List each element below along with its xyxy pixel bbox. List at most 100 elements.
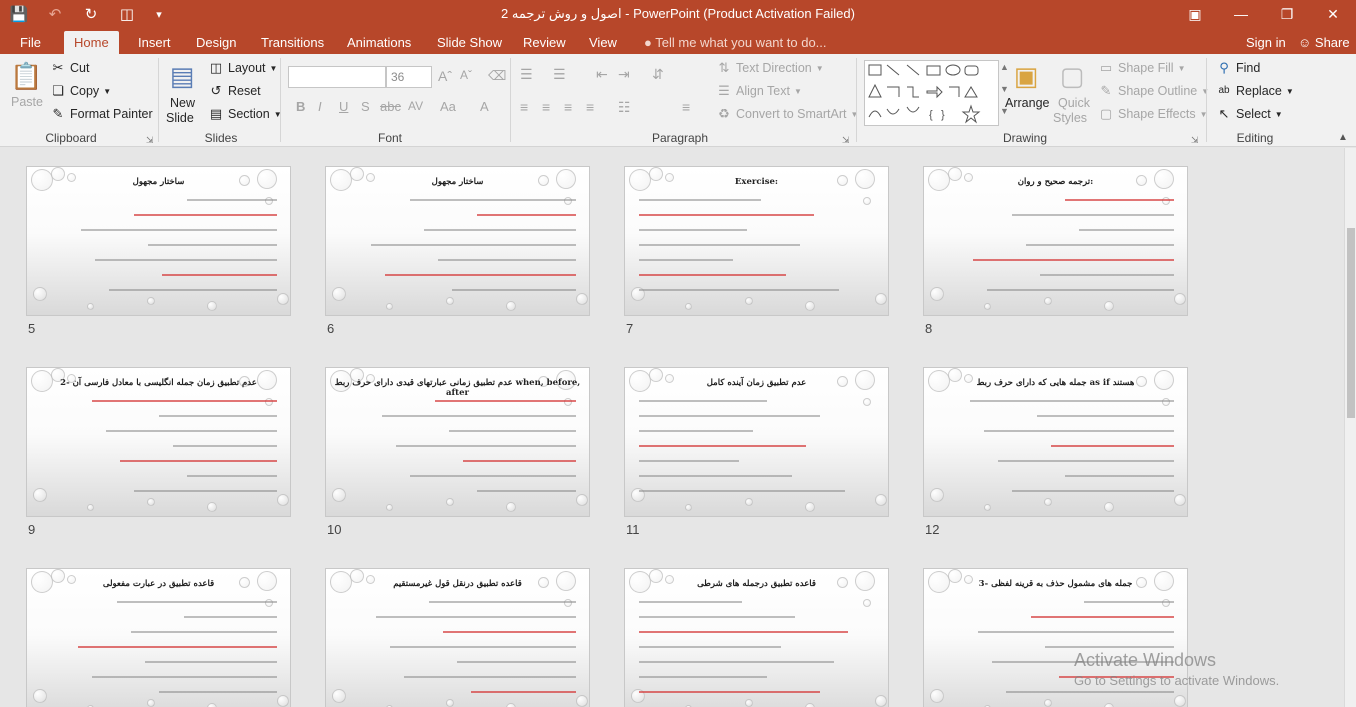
numbering-icon[interactable]: ☰ bbox=[553, 66, 566, 83]
quick-styles-dropdown[interactable]: Styles bbox=[1053, 111, 1087, 125]
slide-thumbnail[interactable]: 2- عدم تطبیق زمان جمله انگلیسی با معادل … bbox=[26, 367, 291, 517]
close-icon[interactable]: ✕ bbox=[1310, 0, 1356, 28]
character-spacing-icon[interactable]: AV bbox=[408, 99, 423, 113]
collapse-ribbon-icon[interactable]: ▲ bbox=[1338, 132, 1348, 143]
shadow-icon[interactable]: S bbox=[361, 99, 370, 114]
font-color-icon[interactable]: A bbox=[480, 99, 489, 114]
font-group-label: Font bbox=[377, 131, 402, 145]
section-button[interactable]: ▤ Section ▼ bbox=[208, 106, 282, 122]
gallery-scroll-up-icon[interactable]: ▲ bbox=[1000, 62, 1009, 72]
layout-button[interactable]: ◫ Layout ▼ bbox=[208, 60, 278, 76]
increase-font-icon[interactable]: Aˆ bbox=[438, 68, 452, 84]
format-painter-button[interactable]: ✎ Format Painter bbox=[50, 106, 153, 122]
watermark-line2: Go to Settings to activate Windows. bbox=[1074, 673, 1280, 688]
align-left-icon[interactable]: ≡ bbox=[520, 99, 528, 115]
align-center-icon[interactable]: ≡ bbox=[542, 99, 550, 115]
slide-text-line bbox=[429, 601, 576, 603]
change-case-icon[interactable]: Aa bbox=[440, 99, 456, 114]
line-spacing-icon[interactable]: ⇵ bbox=[652, 66, 664, 83]
slide-number: 6 bbox=[327, 321, 335, 336]
select-button[interactable]: ↖ Select ▼ bbox=[1216, 106, 1283, 122]
underline-icon[interactable]: U bbox=[339, 99, 348, 114]
font-name-combo[interactable] bbox=[288, 66, 386, 88]
tab-animations[interactable]: Animations bbox=[347, 31, 411, 54]
paragraph-launcher-icon[interactable]: ⇲ bbox=[842, 135, 850, 146]
clipboard-launcher-icon[interactable]: ⇲ bbox=[146, 135, 154, 146]
paste-icon[interactable]: 📋 bbox=[10, 60, 42, 92]
shape-outline-button[interactable]: ✎Shape Outline▼ bbox=[1098, 83, 1210, 99]
layout-icon: ◫ bbox=[209, 60, 223, 75]
scrollbar-thumb[interactable] bbox=[1347, 228, 1355, 418]
slide-thumbnail[interactable]: ساختار مجهول bbox=[325, 166, 590, 316]
bullets-icon[interactable]: ☰ bbox=[520, 66, 533, 83]
convert-smartart-button[interactable]: ♻ Convert to SmartArt ▼ bbox=[716, 106, 858, 122]
quick-styles-icon[interactable]: ▢ bbox=[1056, 60, 1088, 92]
increase-indent-icon[interactable]: ⇥ bbox=[618, 66, 630, 83]
bubble-decoration bbox=[875, 695, 887, 707]
drawing-launcher-icon[interactable]: ⇲ bbox=[1191, 135, 1199, 146]
tab-design[interactable]: Design bbox=[196, 31, 236, 54]
tell-me-box[interactable]: ● Tell me what you want to do... bbox=[644, 31, 827, 54]
tab-transitions[interactable]: Transitions bbox=[261, 31, 324, 54]
slide-text-line bbox=[438, 259, 576, 261]
slide-thumbnail[interactable]: عدم تطبیق زمانی عبارتهای قیدی دارای حرف … bbox=[325, 367, 590, 517]
paste-button[interactable]: Paste bbox=[11, 95, 43, 109]
tab-file[interactable]: File bbox=[20, 31, 41, 54]
slide-thumbnail[interactable]: Exercise: bbox=[624, 166, 889, 316]
rtl-direction-icon[interactable]: ≡ bbox=[682, 99, 690, 115]
ribbon-display-options-icon[interactable]: ▣ bbox=[1172, 0, 1218, 28]
strikethrough-icon[interactable]: abc bbox=[380, 99, 401, 114]
slide-thumbnail[interactable]: جمله هایی که دارای حرف ربط as if هستند bbox=[923, 367, 1188, 517]
bubble-decoration bbox=[805, 301, 815, 311]
quick-styles-button[interactable]: Quick bbox=[1058, 96, 1090, 110]
justify-icon[interactable]: ≡ bbox=[586, 99, 594, 115]
slide-thumbnail[interactable]: ترجمه صحیح و روان: bbox=[923, 166, 1188, 316]
new-slide-icon[interactable]: ▤ bbox=[166, 60, 198, 92]
arrange-icon[interactable]: ▣ bbox=[1010, 60, 1042, 92]
slide-thumbnail[interactable]: قاعده تطبیق در عبارت مفعولی bbox=[26, 568, 291, 707]
italic-icon[interactable]: I bbox=[318, 99, 322, 114]
copy-button[interactable]: ❏ Copy ▼ bbox=[50, 83, 111, 99]
cut-button[interactable]: ✂ Cut bbox=[50, 60, 90, 76]
text-direction-button[interactable]: ⇅ Text Direction ▼ bbox=[716, 60, 824, 76]
sign-in-link[interactable]: Sign in bbox=[1246, 31, 1286, 54]
columns-icon[interactable]: ☷ bbox=[618, 99, 631, 116]
bubble-decoration bbox=[745, 699, 753, 707]
decrease-indent-icon[interactable]: ⇤ bbox=[596, 66, 608, 83]
decrease-font-icon[interactable]: Aˇ bbox=[460, 68, 472, 82]
bold-icon[interactable]: B bbox=[296, 99, 305, 114]
slide-text-line bbox=[639, 616, 795, 618]
new-slide-button[interactable]: New bbox=[170, 96, 195, 110]
slide-title: قاعده تطبیق درنقل قول غیرمستقیم bbox=[393, 579, 522, 589]
slide-text-line bbox=[1065, 199, 1174, 201]
bubble-decoration bbox=[984, 504, 991, 511]
find-button[interactable]: ⚲ Find bbox=[1216, 60, 1260, 76]
vertical-scrollbar[interactable] bbox=[1344, 148, 1356, 707]
slide-thumbnail[interactable]: ساختار مجهول bbox=[26, 166, 291, 316]
restore-icon[interactable]: ❐ bbox=[1264, 0, 1310, 28]
tab-view[interactable]: View bbox=[589, 31, 617, 54]
tab-review[interactable]: Review bbox=[523, 31, 566, 54]
clear-formatting-icon[interactable]: ⌫ bbox=[488, 68, 506, 84]
share-button[interactable]: ☺ Share bbox=[1298, 31, 1350, 54]
new-slide-dropdown[interactable]: Slide bbox=[166, 111, 194, 125]
reset-button[interactable]: ↺ Reset bbox=[208, 83, 261, 99]
shapes-gallery[interactable]: {} bbox=[864, 60, 999, 126]
gallery-scroll-down-icon[interactable]: ▼ bbox=[1000, 84, 1009, 94]
arrange-button[interactable]: Arrange bbox=[1005, 96, 1049, 110]
slide-thumbnail[interactable]: قاعده تطبیق درجمله های شرطی bbox=[624, 568, 889, 707]
tab-insert[interactable]: Insert bbox=[138, 31, 171, 54]
slide-text-line bbox=[148, 244, 277, 246]
replace-button[interactable]: ab Replace ▼ bbox=[1216, 83, 1293, 99]
align-right-icon[interactable]: ≡ bbox=[564, 99, 572, 115]
tab-home[interactable]: Home bbox=[64, 31, 119, 54]
slide-thumbnail[interactable]: عدم تطبیق زمان آینده کامل bbox=[624, 367, 889, 517]
align-text-button[interactable]: ☰ Align Text ▼ bbox=[716, 83, 802, 99]
font-size-combo[interactable]: 36 bbox=[386, 66, 432, 88]
tab-slide-show[interactable]: Slide Show bbox=[437, 31, 502, 54]
minimize-icon[interactable]: — bbox=[1218, 0, 1264, 28]
bubble-decoration bbox=[33, 488, 47, 502]
shape-fill-button[interactable]: ▭ Shape Fill ▼ bbox=[1098, 60, 1186, 76]
shape-effects-button[interactable]: ▢ Shape Effects ▼ bbox=[1098, 106, 1208, 122]
slide-thumbnail[interactable]: قاعده تطبیق درنقل قول غیرمستقیم bbox=[325, 568, 590, 707]
